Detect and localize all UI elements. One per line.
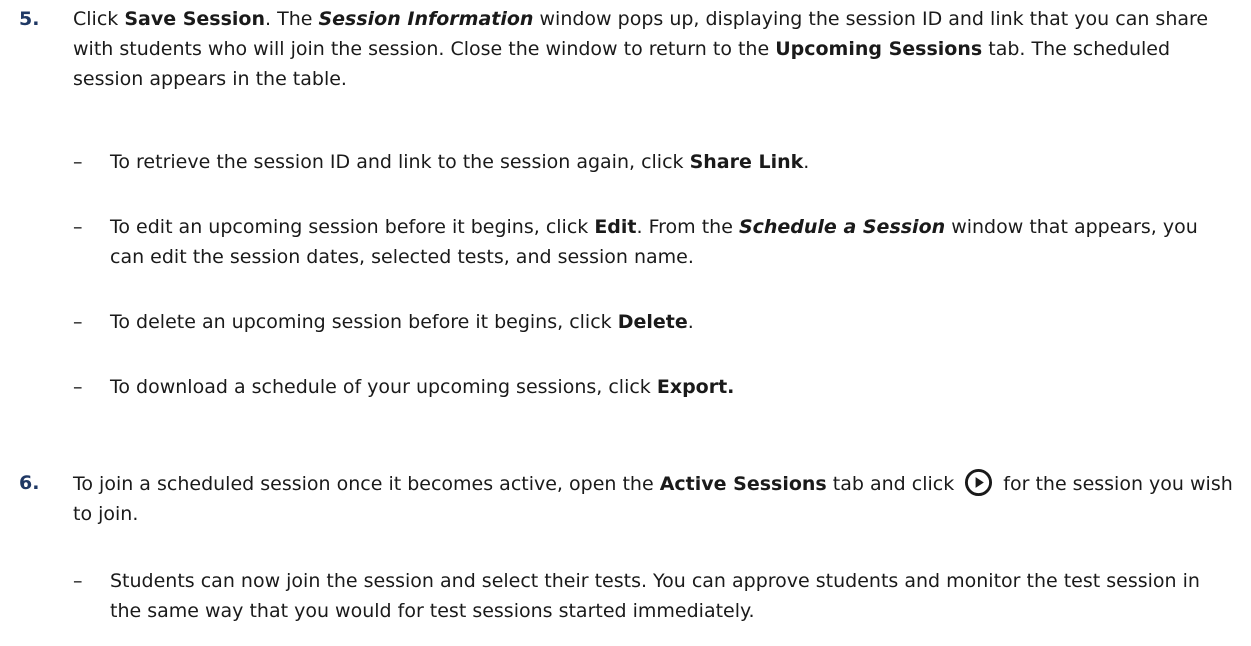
text: . The [265,8,319,30]
list-item-text: Students can now join the session and se… [110,570,1200,622]
step-number: 5. [19,8,40,30]
active-sessions-label: Active Sessions [659,473,827,495]
dash-bullet: – [73,216,83,238]
list-item-text: To retrieve the session ID and link to t… [110,147,1237,177]
schedule-a-session-label: Schedule a Session [738,216,946,238]
text: . [803,151,810,173]
text: Click [73,8,125,30]
share-link-label: Share Link [689,151,804,173]
delete-label: Delete [617,311,688,333]
text: . From the [636,216,739,238]
dash-bullet: – [73,151,83,173]
list-item-text: To download a schedule of your upcoming … [110,372,1237,402]
list-item-text: To edit an upcoming session before it be… [110,212,1237,272]
dash-bullet: – [73,311,83,333]
dash-bullet: – [73,570,83,592]
document-page: 5. Click Save Session. The Session Infor… [0,0,1251,646]
play-circle-icon [965,468,993,497]
text: tab and click [826,473,961,495]
text: To download a schedule of your upcoming … [110,376,657,398]
text: To delete an upcoming session before it … [110,311,618,333]
upcoming-sessions-label: Upcoming Sessions [775,38,983,60]
edit-label: Edit [594,216,637,238]
dash-bullet: – [73,376,83,398]
step-number: 6. [19,472,40,494]
text: To edit an upcoming session before it be… [110,216,595,238]
save-session-label: Save Session [124,8,266,30]
step-5-text: Click Save Session. The Session Informat… [73,4,1239,94]
list-item-text: To delete an upcoming session before it … [110,307,1237,337]
session-information-label: Session Information [318,8,534,30]
text: . [687,311,694,333]
text: To retrieve the session ID and link to t… [110,151,690,173]
export-label: Export. [656,376,735,398]
step-6-text: To join a scheduled session once it beco… [73,468,1239,529]
text: To join a scheduled session once it beco… [73,473,660,495]
